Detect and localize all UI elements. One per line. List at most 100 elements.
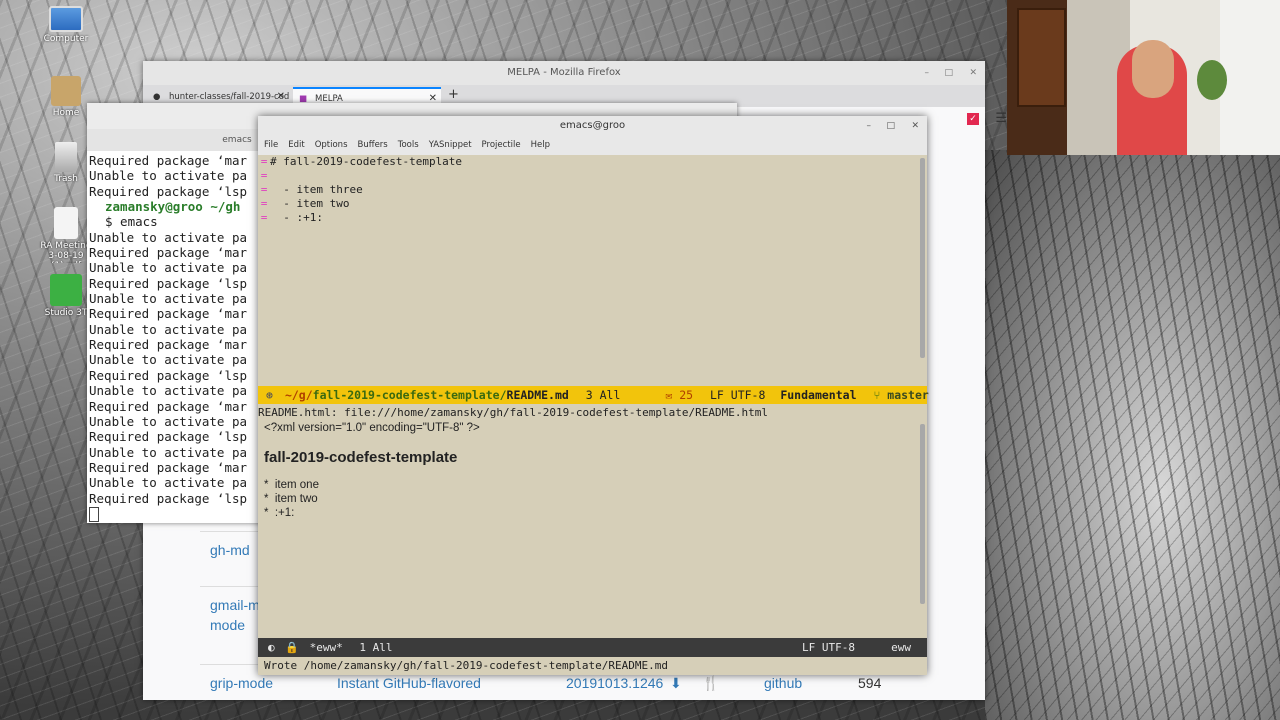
desktop-background-trees xyxy=(985,150,1280,720)
emacs-window: emacs@groo – □ ✕ File Edit Options Buffers T… xyxy=(258,116,929,675)
diff-fringe-marker: = xyxy=(260,197,268,210)
minimize-icon[interactable]: – xyxy=(867,116,872,136)
terminal-output[interactable]: Required package ‘mar Unable to activate … xyxy=(89,153,247,506)
plant-image xyxy=(1197,60,1227,100)
extension-icon[interactable]: ✓ xyxy=(967,113,979,125)
desktop-icon-computer[interactable]: Computer xyxy=(36,6,96,44)
buffer-line: = - item two xyxy=(258,197,918,211)
package-description: Instant GitHub-flavored xyxy=(337,675,481,691)
terminal-line: Required package ‘mar xyxy=(89,153,248,168)
package-link-grip-mode[interactable]: grip-mode xyxy=(210,675,273,691)
list-item: * :+1: xyxy=(264,507,295,519)
studio3t-icon xyxy=(50,274,82,306)
eww-buffer[interactable]: <?xml version="1.0" encoding="UTF-8" ?> … xyxy=(264,420,914,520)
scrollbar[interactable] xyxy=(920,158,925,358)
terminal-line: Unable to activate pa xyxy=(89,413,248,429)
emacs-menubar: File Edit Options Buffers Tools YASnippet Proj… xyxy=(258,136,927,155)
menu-item-file[interactable]: File xyxy=(264,140,278,150)
terminal-line: Unable to activate pa xyxy=(89,291,248,307)
modeline-active: ⊛ ~/g/fall-2019-codefest-template/README… xyxy=(258,386,929,404)
menu-item-options[interactable]: Options xyxy=(315,140,348,150)
buffer-name: *eww* xyxy=(309,641,343,654)
diff-fringe-marker: = xyxy=(260,155,268,168)
line-text: # fall-2019-codefest-template xyxy=(270,155,463,168)
major-mode[interactable]: Fundamental xyxy=(780,388,856,402)
emacs-titlebar: emacs@groo – □ ✕ xyxy=(258,116,927,136)
echo-area: Wrote /home/zamansky/gh/fall-2019-codefe… xyxy=(264,659,668,672)
maximize-icon[interactable]: □ xyxy=(944,61,953,85)
maximize-icon[interactable]: □ xyxy=(886,116,895,136)
buffer-line: = - :+1: xyxy=(258,211,918,225)
rendered-list: * item one * item two * :+1: xyxy=(264,478,914,520)
menu-item-edit[interactable]: Edit xyxy=(288,140,304,150)
terminal-line: Unable to activate pa xyxy=(89,321,248,337)
home-folder-icon xyxy=(51,76,81,106)
modeline-inactive: ◐ 🔒 *eww* 1 All LF UTF-8 eww xyxy=(258,638,927,657)
mail-icon: ✉ xyxy=(665,388,673,402)
lock-icon: 🔒 xyxy=(285,641,299,654)
list-item: * item one xyxy=(264,479,319,491)
scrollbar[interactable] xyxy=(920,424,925,604)
diff-fringe-marker: = xyxy=(260,211,268,224)
terminal-line: Unable to activate pa xyxy=(89,383,248,399)
close-icon[interactable]: ✕ xyxy=(911,116,919,136)
warning-count: 25 xyxy=(679,388,694,402)
terminal-line: Unable to activate pa xyxy=(89,475,248,491)
package-source[interactable]: github xyxy=(764,675,802,691)
hamburger-menu-icon[interactable]: ☰ xyxy=(995,111,1007,126)
menu-item-projectile[interactable]: Projectile xyxy=(482,140,521,150)
bookshelf-image xyxy=(1017,8,1066,107)
webcam-overlay xyxy=(1007,0,1280,155)
rendered-heading: fall-2019-codefest-template xyxy=(264,449,458,466)
close-icon[interactable]: ✕ xyxy=(969,61,977,85)
package-downloads: 594 xyxy=(858,675,882,691)
buffer-line: = # fall-2019-codefest-template xyxy=(258,155,918,169)
terminal-cursor xyxy=(89,507,99,522)
download-icon: ⬇ xyxy=(670,675,682,691)
eww-header-line: README.html: file:///home/zamansky/gh/fa… xyxy=(258,406,768,419)
terminal-line: Required package ‘lsp xyxy=(89,367,248,383)
terminal-line: Required package ‘lsp xyxy=(89,490,248,506)
trash-icon xyxy=(55,142,77,172)
new-tab-button[interactable]: + xyxy=(448,87,459,102)
line-text: - item two xyxy=(270,197,350,210)
diff-fringe-marker: = xyxy=(260,183,268,196)
buffer-status-icon: ⊛ xyxy=(266,388,273,402)
major-mode[interactable]: eww xyxy=(891,638,911,657)
terminal-line: zamansky@groo ~/gh xyxy=(105,199,241,215)
pdf-file-icon xyxy=(54,207,78,239)
firefox-title: MELPA - Mozilla Firefox xyxy=(507,67,621,78)
terminal-line: Required package ‘lsp xyxy=(89,183,248,199)
menu-item-yasnippet[interactable]: YASnippet xyxy=(429,140,472,150)
cursor-position: 1 All xyxy=(359,641,393,654)
diff-fringe-marker: = xyxy=(260,169,268,182)
menu-item-help[interactable]: Help xyxy=(531,140,550,150)
eww-icon: ◐ xyxy=(268,641,275,654)
package-link-gmail-message-mode[interactable]: gmail-message-mode xyxy=(210,597,260,613)
package-version[interactable]: 20191013.1246 xyxy=(566,675,663,691)
terminal-line: Unable to activate pa xyxy=(89,444,248,460)
person-face xyxy=(1132,40,1174,98)
encoding: LF UTF-8 xyxy=(710,388,766,402)
buffer-line: = - item three xyxy=(258,183,918,197)
minimize-icon[interactable]: – xyxy=(925,61,930,85)
markdown-buffer[interactable]: = # fall-2019-codefest-template = = - item … xyxy=(258,155,918,385)
terminal-line: Unable to activate pa xyxy=(89,352,248,368)
terminal-line: Required package ‘mar xyxy=(89,459,248,475)
terminal-line: Required package ‘mar xyxy=(89,398,248,414)
terminal-line: Required package ‘lsp xyxy=(89,275,248,291)
terminal-line: Required package ‘mar xyxy=(89,306,248,322)
buffer-line: = xyxy=(258,169,918,183)
xml-declaration: <?xml version="1.0" encoding="UTF-8" ?> xyxy=(264,422,480,434)
terminal-line: Required package ‘mar xyxy=(89,245,248,261)
package-link-gh-md[interactable]: gh-md xyxy=(210,542,250,558)
git-branch[interactable]: master xyxy=(887,388,929,402)
recipe-icon[interactable]: 🍴 xyxy=(702,675,719,692)
terminal-line: Unable to activate pa xyxy=(89,168,248,184)
menu-item-buffers[interactable]: Buffers xyxy=(358,140,388,150)
git-branch-icon: ⑂ xyxy=(873,388,881,402)
list-item: * item two xyxy=(264,493,318,505)
line-text: - :+1: xyxy=(270,211,323,224)
menu-item-tools[interactable]: Tools xyxy=(398,140,419,150)
package-link-line2[interactable]: mode xyxy=(210,617,245,633)
